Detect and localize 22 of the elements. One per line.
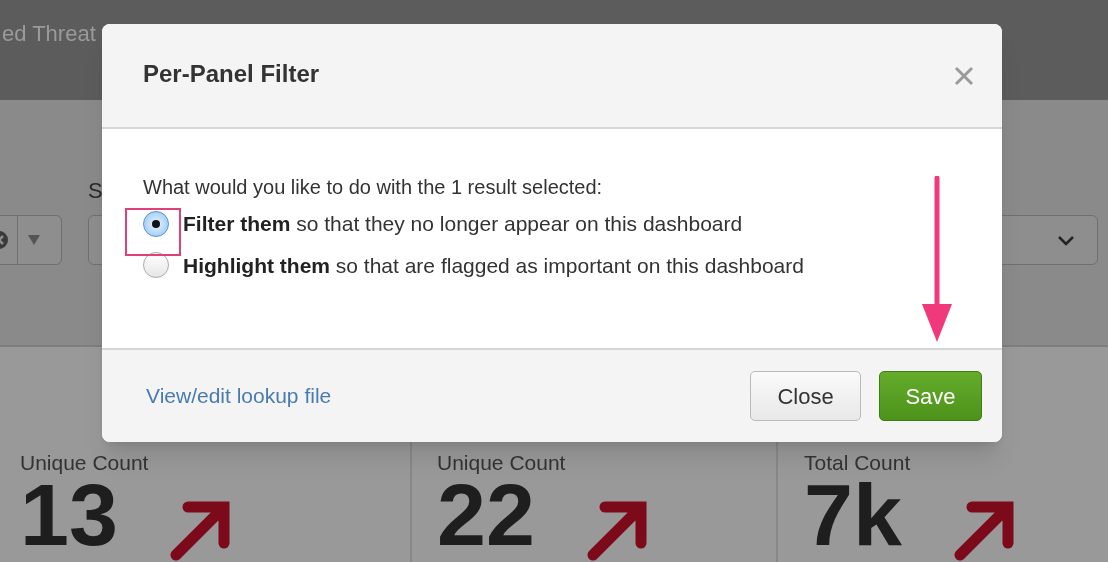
metric-value: 13 [20, 475, 118, 555]
panel-subtitle: Total Count [804, 451, 912, 475]
chevron-down-icon [1057, 234, 1075, 246]
metric-value: 22 [437, 475, 535, 555]
highlight-frame [125, 208, 181, 256]
metric-value: 7k [804, 475, 902, 555]
save-button[interactable]: Save [879, 371, 982, 421]
close-icon[interactable] [954, 65, 974, 86]
dropdown-control[interactable] [0, 215, 62, 265]
close-button[interactable]: Close [750, 371, 861, 421]
option-label: Highlight them so that are flagged as important on this dashboard [183, 252, 804, 279]
lookup-file-link[interactable]: View/edit lookup file [146, 380, 332, 412]
panel-subtitle: Unique Count [437, 451, 567, 475]
modal-title: Per-Panel Filter [143, 58, 320, 89]
option-label: Filter them so that they no longer appear on this dashboard [183, 211, 743, 237]
caret-icon [28, 235, 40, 245]
radio-button[interactable] [143, 252, 169, 279]
filter-label: S [88, 177, 103, 205]
dashboard-title: ed Threat [2, 20, 97, 48]
question-text: What would you like to do with the 1 result selected: [143, 175, 604, 200]
radio-button[interactable] [143, 210, 169, 237]
panel-subtitle: Unique Count [20, 451, 150, 475]
